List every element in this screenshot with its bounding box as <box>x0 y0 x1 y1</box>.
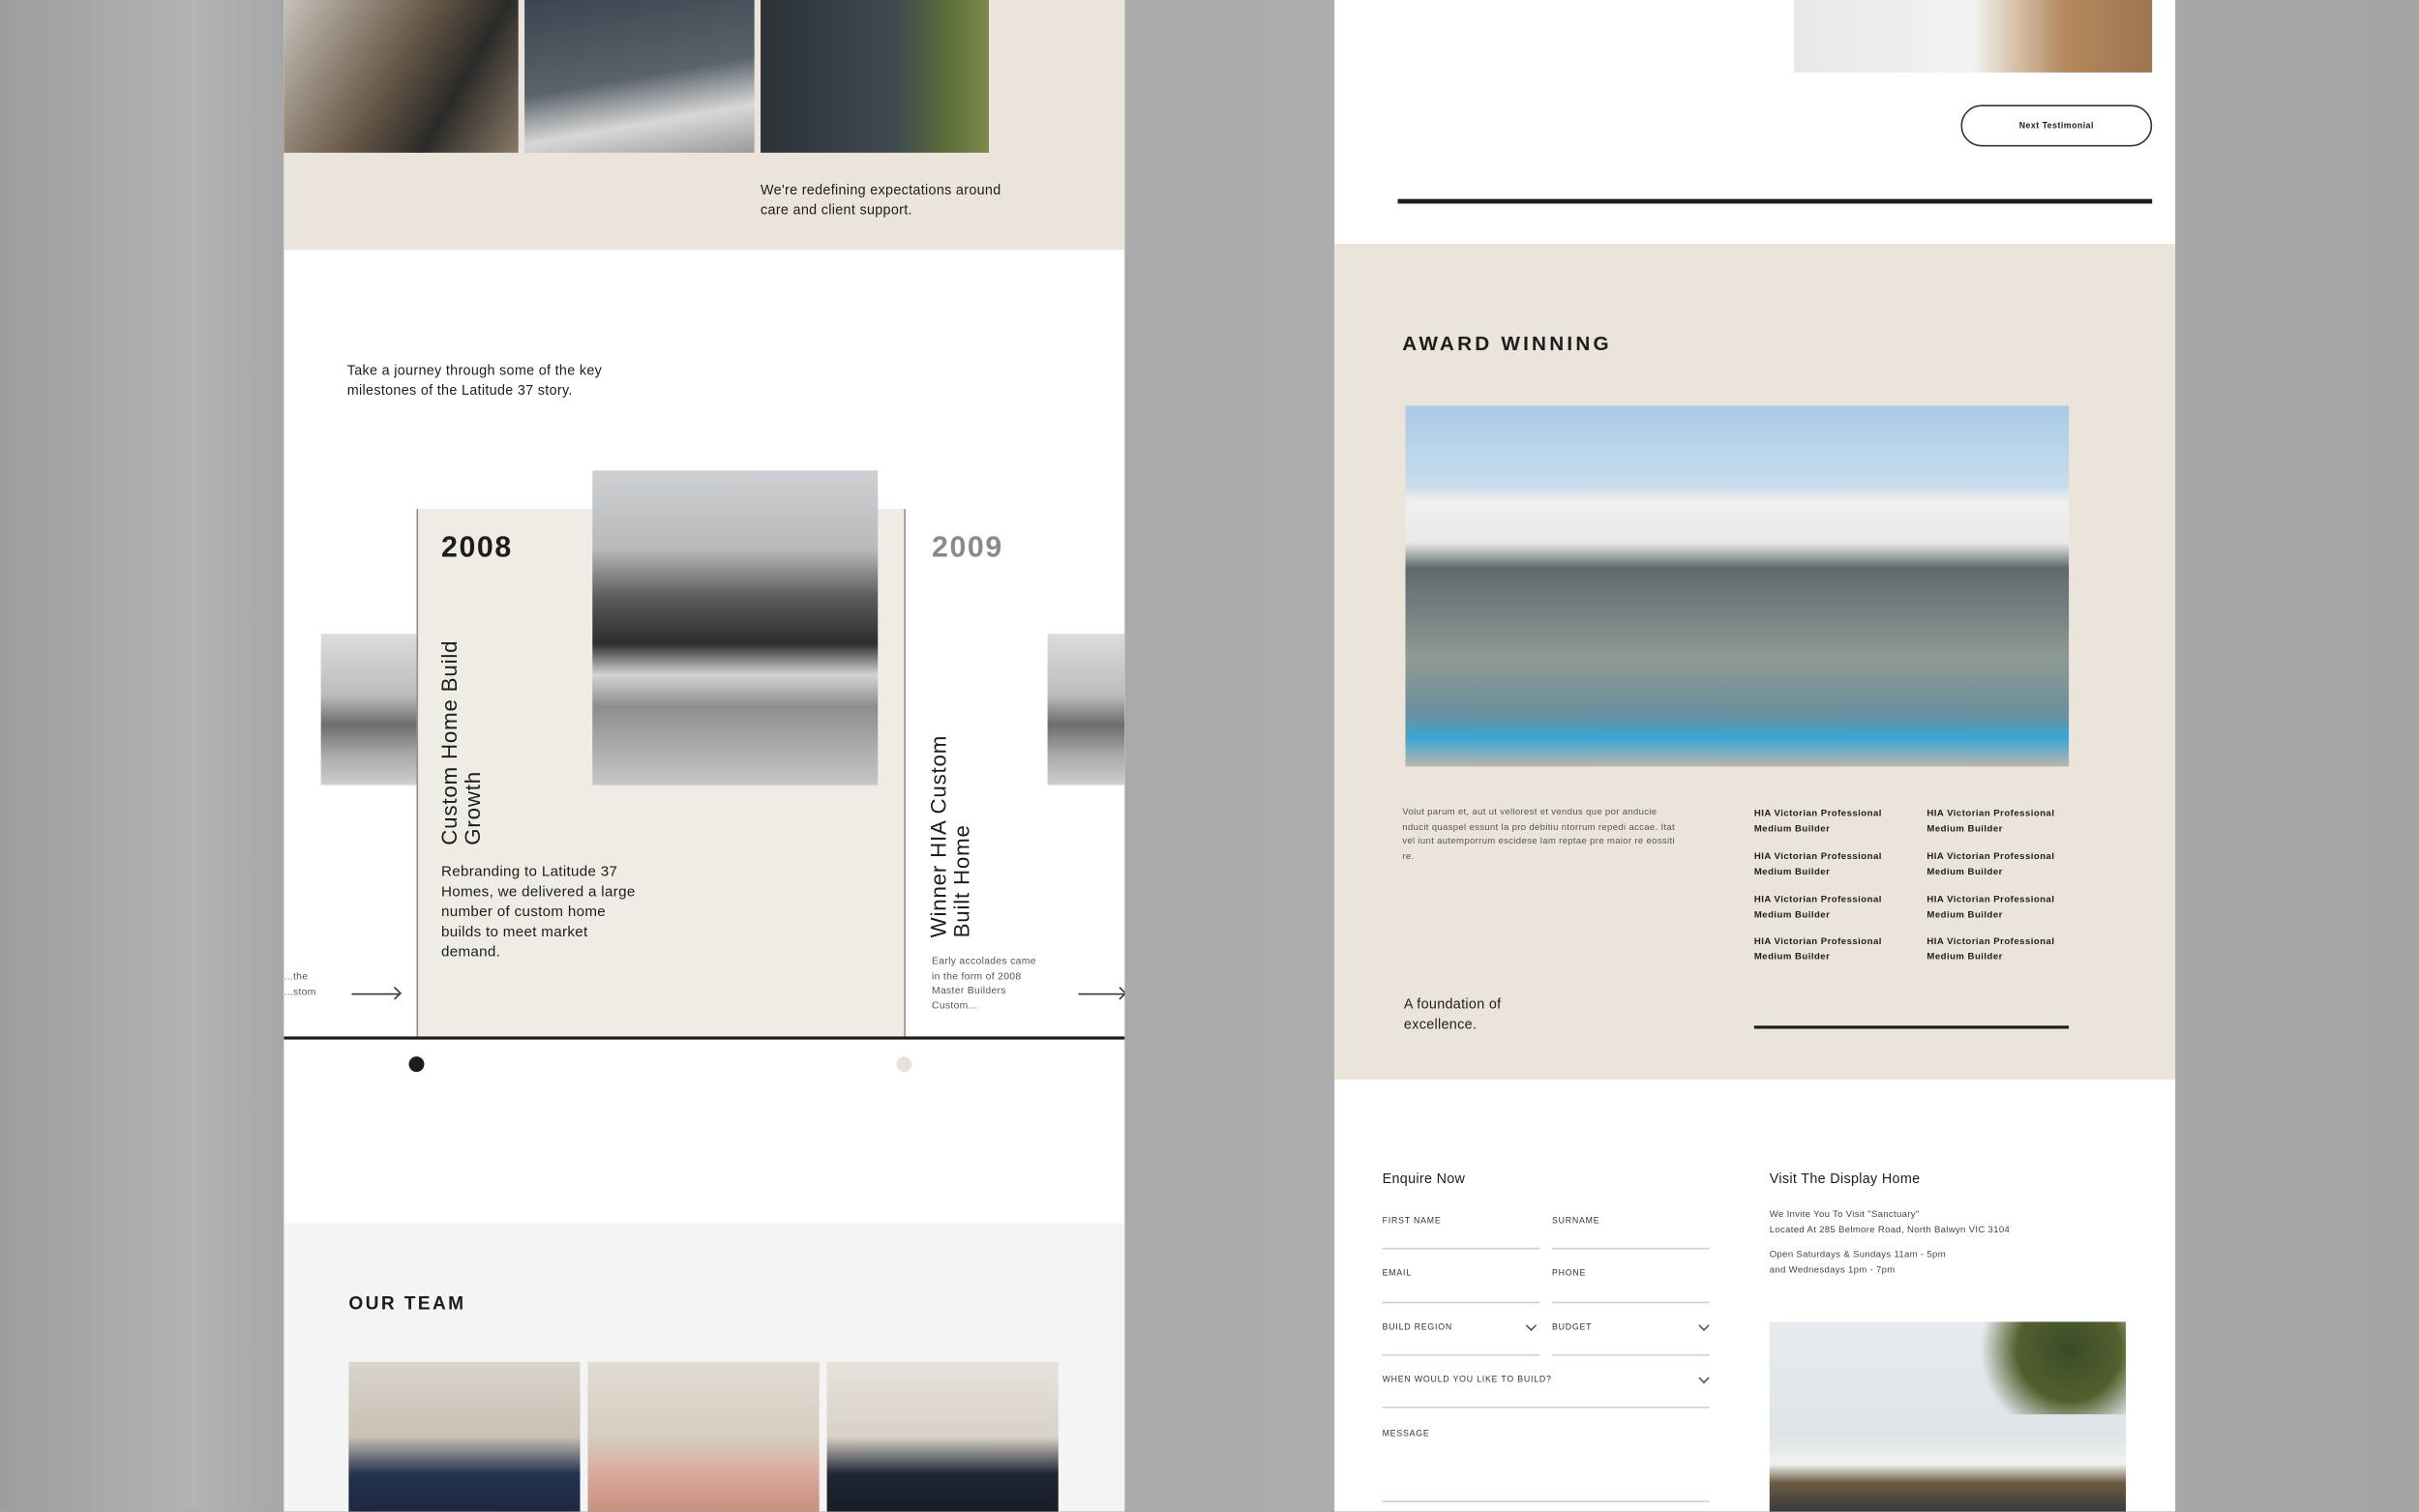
left-page: We're redefining expectations around car… <box>284 0 1125 1512</box>
when-select[interactable] <box>1382 1407 1710 1408</box>
chevron-down-icon[interactable] <box>1698 1319 1710 1332</box>
first-name-label: FIRST NAME <box>1382 1216 1442 1227</box>
display-home-hours-2: and Wednesdays 1pm - 7pm <box>1769 1266 1896 1276</box>
email-label: EMAIL <box>1382 1269 1412 1279</box>
budget-select[interactable] <box>1551 1353 1710 1356</box>
team-member-photo[interactable] <box>587 1361 820 1512</box>
surname-label: SURNAME <box>1551 1216 1600 1227</box>
first-name-input[interactable] <box>1382 1247 1540 1250</box>
surname-input[interactable] <box>1551 1247 1710 1250</box>
house-photo <box>761 0 990 153</box>
award-text: Volut parum et, aut ut vellorest et vend… <box>1402 808 1676 862</box>
prev-snippet: ...the ...stom <box>284 971 316 998</box>
intro-text: We're redefining expectations around car… <box>761 182 1001 218</box>
timeline-dot-2009[interactable] <box>896 1056 912 1073</box>
testimonial-image <box>1794 0 2153 73</box>
timeline-track <box>284 1036 1125 1040</box>
phone-label: PHONE <box>1551 1269 1587 1279</box>
prev-arrow-icon[interactable] <box>351 993 400 995</box>
testimonial-progress <box>1397 198 2153 204</box>
award-item: HIA Victorian Professional Medium Builde… <box>1753 896 1882 921</box>
budget-label: BUDGET <box>1551 1322 1593 1333</box>
display-home-title: Visit The Display Home <box>1769 1171 1921 1187</box>
team-member-photo[interactable] <box>348 1361 581 1512</box>
chevron-down-icon[interactable] <box>1525 1319 1538 1332</box>
milestone-title-2008: Custom Home Build Growth <box>436 639 485 845</box>
divider <box>904 509 906 1039</box>
award-item: HIA Victorian Professional Medium Builde… <box>1753 810 1882 835</box>
milestone-title-2009: Winner HIA Custom Built Home <box>925 734 974 938</box>
right-page: Next Testimonial AWARD WINNING Volut par… <box>1334 0 2176 1512</box>
milestone-desc-2009: Early accolades came in the form of 2008… <box>932 956 1036 1012</box>
chevron-down-icon[interactable] <box>1698 1372 1710 1384</box>
build-region-label: BUILD REGION <box>1382 1322 1453 1333</box>
phone-input[interactable] <box>1551 1301 1710 1304</box>
meeting-photo <box>524 0 755 153</box>
team-heading: OUR TEAM <box>348 1292 466 1315</box>
message-input[interactable] <box>1382 1500 1710 1502</box>
display-home-invite: We Invite You To Visit "Sanctuary" <box>1769 1210 1920 1221</box>
year-2008: 2008 <box>440 532 513 565</box>
award-heading: AWARD WINNING <box>1402 331 1612 355</box>
next-milestone-image[interactable] <box>1047 634 1125 786</box>
next-arrow-icon[interactable] <box>1078 993 1125 995</box>
build-region-select[interactable] <box>1382 1353 1540 1356</box>
award-item: HIA Victorian Professional Medium Builde… <box>1926 852 2055 878</box>
year-2009[interactable]: 2009 <box>932 530 1003 567</box>
timeline-dot-2008[interactable] <box>408 1056 425 1073</box>
award-item: HIA Victorian Professional Medium Builde… <box>1753 852 1882 878</box>
display-home-hours: Open Saturdays & Sundays 11am - 5pm <box>1769 1251 1946 1260</box>
journey-text: Take a journey through some of the key m… <box>346 362 603 399</box>
award-house-image <box>1405 405 2070 767</box>
enquire-title: Enquire Now <box>1382 1171 1466 1187</box>
tree-foliage <box>1935 1321 2127 1415</box>
award-item: HIA Victorian Professional Medium Builde… <box>1926 937 2055 963</box>
milestone-desc-2008: Rebranding to Latitude 37 Homes, we deli… <box>440 863 636 962</box>
prev-milestone-image[interactable] <box>320 634 417 786</box>
award-item: HIA Victorian Professional Medium Builde… <box>1926 810 2055 835</box>
team-member-photo[interactable] <box>826 1361 1059 1512</box>
award-item: HIA Victorian Professional Medium Builde… <box>1926 896 2055 921</box>
email-input[interactable] <box>1382 1301 1540 1304</box>
display-home-address: Located At 285 Belmore Road, North Balwy… <box>1769 1226 2011 1236</box>
next-testimonial-button[interactable]: Next Testimonial <box>1960 104 2153 147</box>
when-label: WHEN WOULD YOU LIKE TO BUILD? <box>1382 1376 1552 1385</box>
team-photo <box>284 0 519 153</box>
award-divider <box>1753 1025 2070 1029</box>
message-label: MESSAGE <box>1382 1430 1430 1439</box>
award-item: HIA Victorian Professional Medium Builde… <box>1753 937 1882 963</box>
foundation-text: A foundation of excellence. <box>1403 995 1502 1032</box>
milestone-image-2008 <box>592 470 879 786</box>
